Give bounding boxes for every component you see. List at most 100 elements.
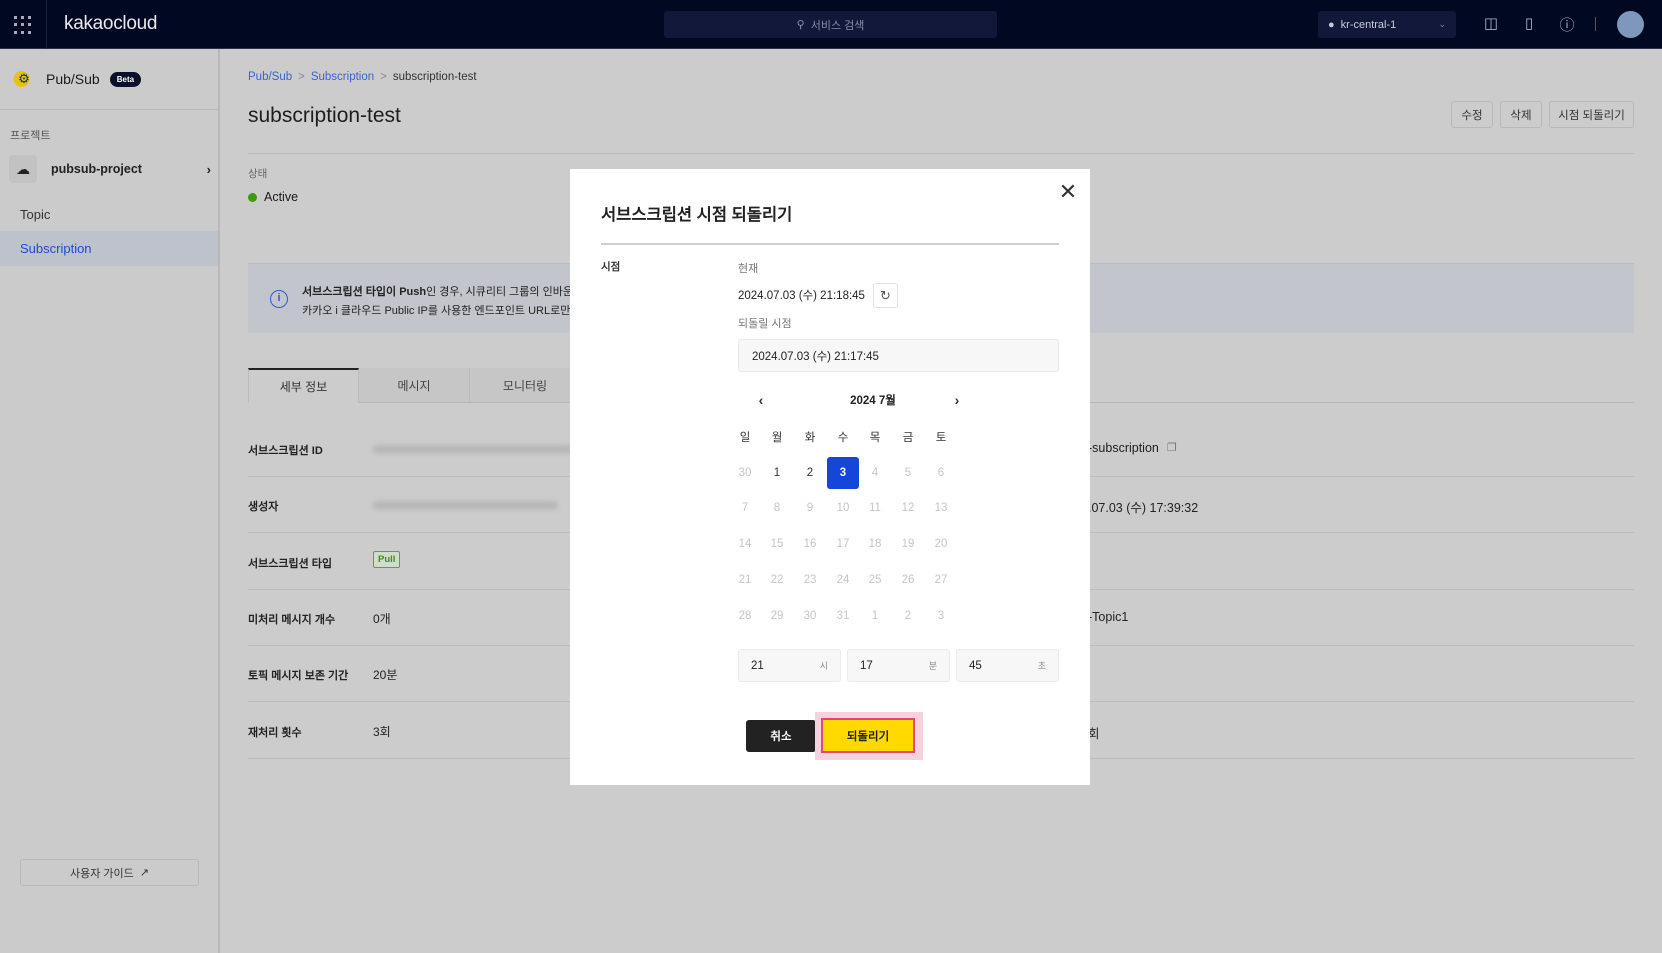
calendar-day: 30 (738, 467, 752, 479)
type-badge: Pull (373, 551, 401, 568)
calendar-day[interactable]: 2 (794, 457, 826, 489)
status-label: 상태 (248, 168, 268, 180)
info-icon: i (270, 290, 288, 308)
top-header: kakaocloud ⚲ 서비스 검색 ● kr-central-1 ⌄ ◫ ▯ ⓘ (0, 0, 1662, 49)
external-link-icon: ↗ (139, 867, 149, 879)
status-badge: Active (248, 190, 298, 204)
calendar-day: 7 (741, 502, 749, 514)
seek-button[interactable]: 시점 되돌리기 (1549, 101, 1634, 128)
chevron-right-icon: › (206, 161, 211, 177)
weekday-label: 일 (739, 432, 751, 444)
calendar-day: 1 (871, 610, 879, 622)
calendar-day[interactable]: 1 (761, 457, 793, 489)
target-label: 되돌릴 시점 (738, 318, 792, 330)
calendar-day: 2 (904, 610, 912, 622)
divider (46, 0, 47, 49)
refresh-icon[interactable]: ↻ (873, 283, 898, 308)
detail-value: 20분 (373, 668, 398, 682)
breadcrumb-subscription[interactable]: Subscription (311, 71, 374, 83)
region-select[interactable]: ● kr-central-1 ⌄ (1318, 11, 1456, 38)
calendar-day: 29 (770, 610, 784, 622)
modal-title: 서브스크립션 시점 되돌리기 (601, 206, 793, 224)
edit-button[interactable]: 수정 (1451, 101, 1493, 128)
calendar-day: 3 (937, 610, 945, 622)
hour-unit: 시 (819, 661, 828, 671)
sidebar: ⚙ Pub/Sub Beta 프로젝트 ☁ pubsub-project › Top… (0, 49, 220, 953)
minute-value: 17 (860, 659, 873, 672)
tab-messages[interactable]: 메시지 (359, 368, 470, 403)
notice-icon[interactable]: ▯ (1519, 14, 1539, 34)
detail-label: 토픽 메시지 보존 기간 (248, 670, 349, 682)
divider (601, 243, 1059, 245)
calendar-day: 22 (770, 574, 784, 586)
guide-label: 사용자 가이드 (70, 867, 134, 880)
tab-details[interactable]: 세부 정보 (248, 368, 359, 403)
chevron-right-icon: > (298, 71, 305, 83)
service-search[interactable]: ⚲ 서비스 검색 (664, 11, 997, 38)
page-title: subscription-test (248, 104, 401, 127)
service-brand[interactable]: ⚙ Pub/Sub Beta (12, 69, 142, 89)
cancel-button[interactable]: 취소 (746, 720, 816, 752)
sidebar-item-subscription[interactable]: Subscription (0, 231, 218, 266)
region-label: kr-central-1 (1340, 18, 1397, 31)
user-guide-button[interactable]: 사용자 가이드 ↗ (20, 859, 199, 886)
calendar-day: 28 (738, 610, 752, 622)
calendar-day: 23 (803, 574, 817, 586)
calendar-day: 15 (770, 538, 784, 550)
calendar-day: 13 (934, 502, 948, 514)
calendar-day: 20 (934, 538, 948, 550)
current-label: 현재 (738, 263, 759, 275)
calendar-day: 11 (869, 502, 881, 514)
calendar-day: 27 (934, 574, 948, 586)
avatar[interactable] (1617, 11, 1644, 38)
beta-badge: Beta (109, 71, 142, 87)
confirm-seek-button[interactable]: 되돌리기 (821, 718, 915, 753)
detail-value: 3회 (373, 725, 391, 739)
weekday-label: 월 (771, 432, 783, 444)
project-selector[interactable]: ☁ pubsub-project › (9, 153, 211, 185)
copy-icon[interactable]: ❐ (1167, 441, 1177, 454)
breadcrumb-pubsub[interactable]: Pub/Sub (248, 71, 292, 83)
help-icon[interactable]: ⓘ (1557, 14, 1577, 34)
calendar-day: 21 (738, 574, 752, 586)
calendar-day: 4 (871, 467, 879, 479)
detail-value-right: -Topic1 (1088, 610, 1129, 624)
section-label: 프로젝트 (10, 130, 51, 142)
info-line-1: 서브스크립션 타입이 Push인 경우, 시큐리티 그룹의 인바운드 (302, 283, 583, 299)
pubsub-icon: ⚙ (12, 69, 36, 89)
divider (1595, 17, 1596, 31)
logo[interactable]: kakaocloud (64, 13, 157, 35)
calendar-day: 6 (937, 467, 945, 479)
calendar-day-selected[interactable]: 3 (827, 457, 859, 489)
weekday-label: 화 (804, 432, 816, 444)
second-unit: 초 (1037, 661, 1046, 671)
calendar-day: 5 (904, 467, 912, 479)
app-grid-icon[interactable] (14, 16, 32, 34)
chevron-down-icon: ⌄ (1438, 19, 1446, 29)
search-placeholder: 서비스 검색 (810, 19, 865, 32)
delete-button[interactable]: 삭제 (1500, 101, 1542, 128)
second-input[interactable]: 45 초 (956, 649, 1059, 682)
tab-monitoring[interactable]: 모니터링 (470, 368, 581, 403)
detail-label: 서브스크립션 ID (248, 445, 323, 457)
minute-input[interactable]: 17 분 (847, 649, 950, 682)
hour-input[interactable]: 21 시 (738, 649, 841, 682)
seek-modal: 서브스크립션 시점 되돌리기 ✕ 시점 현재 2024.07.03 (수) 21… (570, 169, 1090, 785)
status-text: Active (264, 190, 299, 204)
sidebar-item-topic[interactable]: Topic (0, 197, 218, 232)
calendar-day: 24 (836, 574, 850, 586)
project-name: pubsub-project (51, 162, 142, 176)
detail-label: 생성자 (248, 501, 279, 513)
minute-unit: 분 (928, 661, 937, 671)
dashboard-icon[interactable]: ◫ (1481, 14, 1501, 34)
close-icon[interactable]: ✕ (1056, 181, 1080, 205)
chevron-right-icon[interactable]: › (946, 389, 968, 411)
calendar-day: 18 (868, 538, 882, 550)
weekday-label: 수 (837, 432, 849, 444)
location-pin-icon: ● (1328, 18, 1335, 31)
detail-value: 0개 (373, 612, 391, 626)
target-time-input[interactable]: 2024.07.03 (수) 21:17:45 (738, 339, 1059, 372)
calendar-day: 12 (901, 502, 915, 514)
current-time: 2024.07.03 (수) 21:18:45 (738, 290, 865, 302)
redacted-value (373, 501, 558, 510)
